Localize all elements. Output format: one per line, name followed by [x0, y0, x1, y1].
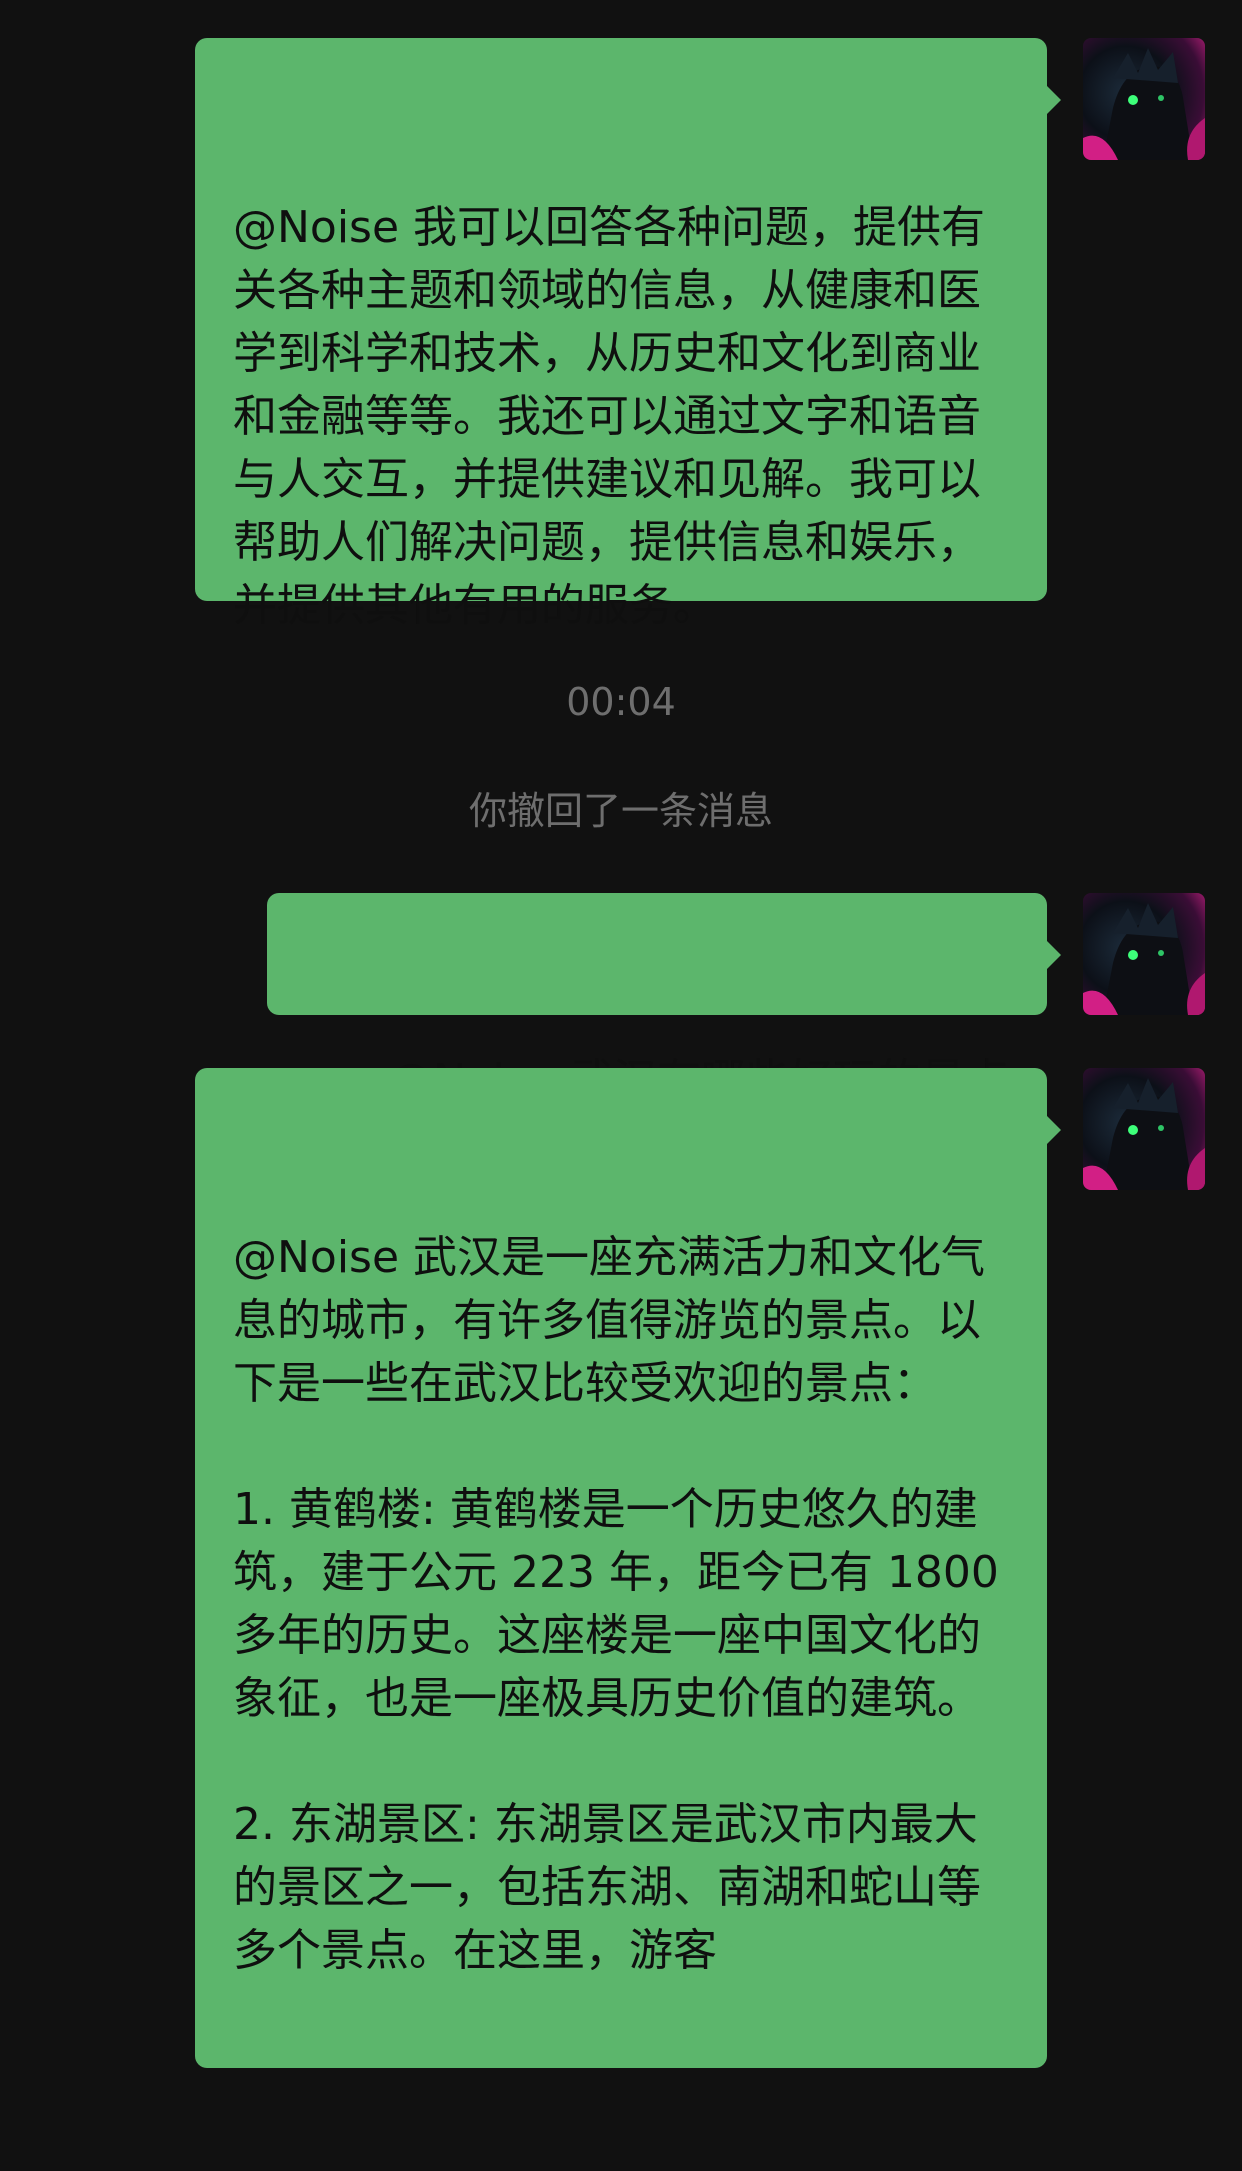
message-bubble[interactable]: @Noise 武汉是一座充满活力和文化气息的城市，有许多值得游览的景点。以下是一…	[195, 1068, 1061, 2068]
bubble-tail	[1047, 1116, 1061, 1144]
avatar[interactable]	[1083, 38, 1205, 160]
avatar[interactable]	[1083, 1068, 1205, 1190]
recall-notice: 你撤回了一条消息	[468, 789, 773, 833]
message-text: @Noise 武汉是一座充满活力和文化气息的城市，有许多值得游览的景点。以下是一…	[233, 1232, 999, 1976]
bubble-tail	[1047, 941, 1061, 969]
message-text: @Noise 我可以回答各种问题，提供有关各种主题和领域的信息，从健康和医学到科…	[233, 202, 986, 631]
avatar-image	[1083, 903, 1205, 1015]
chat-window: @Noise 我可以回答各种问题，提供有关各种主题和领域的信息，从健康和医学到科…	[0, 0, 1242, 2068]
message-bubble[interactable]: @Noise 武汉有哪些好玩的景点	[267, 893, 1061, 1106]
avatar-image	[1083, 48, 1205, 160]
bubble-tail	[1047, 86, 1061, 114]
message-bubble[interactable]: @Noise 我可以回答各种问题，提供有关各种主题和领域的信息，从健康和医学到科…	[195, 38, 1061, 631]
avatar[interactable]	[1083, 893, 1205, 1015]
avatar-image	[1083, 1078, 1205, 1190]
message-timestamp: 00:04	[566, 680, 676, 724]
